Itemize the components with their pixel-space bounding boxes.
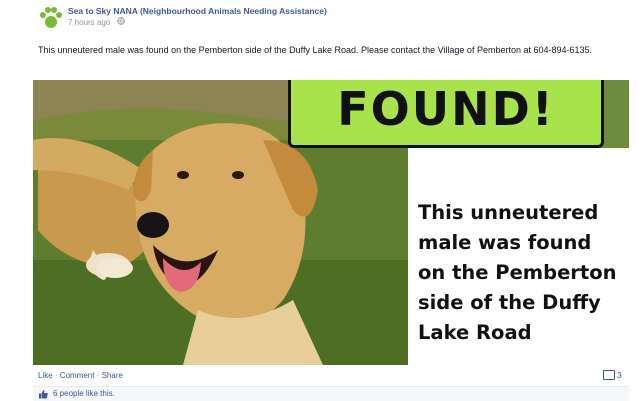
found-banner-text: FOUND! — [337, 82, 555, 136]
likes-count-link[interactable]: 6 people like this. — [53, 389, 115, 398]
post-photo[interactable]: This unneutered male was found on the Pe… — [33, 80, 629, 365]
post-header: Sea to Sky NANA (Neighbourhood Animals N… — [0, 0, 640, 36]
comment-count[interactable]: 3 — [603, 369, 622, 381]
like-link[interactable]: Like — [38, 371, 53, 380]
poster-panel: This unneutered male was found on the Pe… — [408, 148, 629, 365]
timestamp-text[interactable]: 7 hours ago — [68, 18, 110, 27]
post-actions: Like · Comment · Share — [38, 371, 123, 380]
comment-bubble-icon — [603, 369, 615, 380]
comment-count-number[interactable]: 3 — [617, 370, 622, 380]
page-avatar[interactable] — [38, 5, 64, 31]
action-separator: · — [52, 371, 60, 380]
action-separator: · — [94, 371, 102, 380]
comment-link[interactable]: Comment — [60, 371, 95, 380]
page-name-link[interactable]: Sea to Sky NANA (Neighbourhood Animals N… — [68, 6, 327, 16]
paw-print-icon — [40, 7, 62, 28]
likes-row: 6 people like this. — [33, 386, 629, 401]
found-banner: FOUND! — [288, 80, 604, 148]
share-link[interactable]: Share — [102, 371, 123, 380]
thumbs-up-icon — [38, 389, 48, 401]
globe-icon — [116, 17, 125, 27]
poster-text: This unneutered male was found on the Pe… — [418, 201, 617, 344]
post-caption: This unneutered male was found on the Pe… — [38, 45, 593, 55]
post-timestamp[interactable]: 7 hours ago — [68, 17, 125, 27]
